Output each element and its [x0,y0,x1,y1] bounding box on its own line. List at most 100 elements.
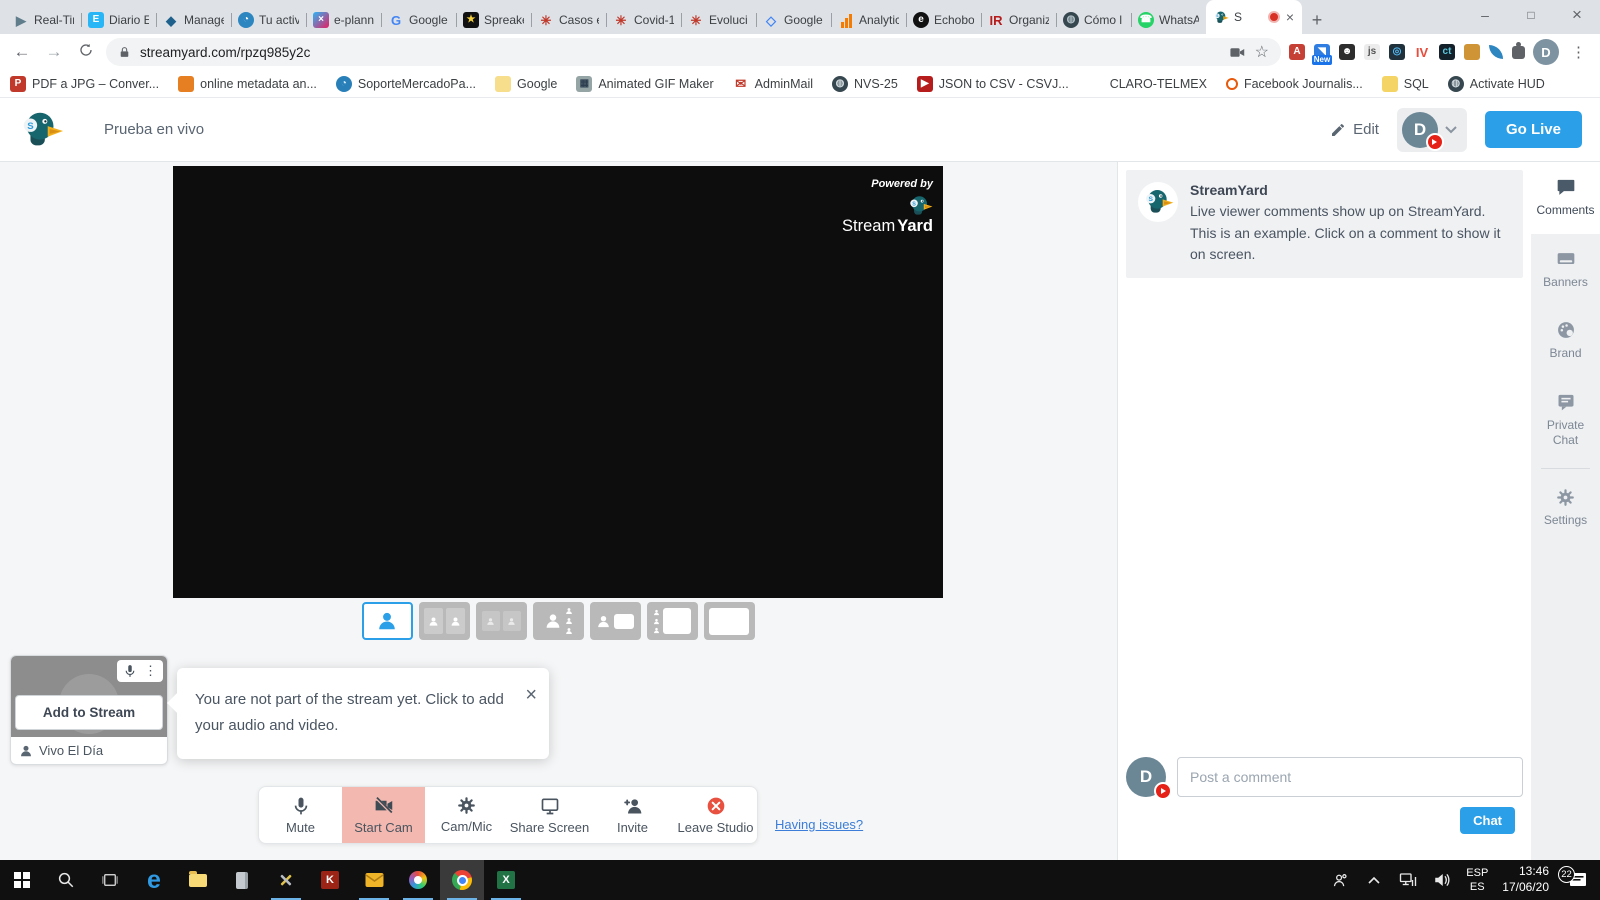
back-button[interactable]: ← [10,42,34,62]
having-issues-link[interactable]: Having issues? [775,817,863,832]
js-toggle-extension-icon[interactable]: js [1364,44,1380,60]
browser-tab[interactable]: ✳Evoluci [681,6,756,34]
excel-icon[interactable]: X [484,860,528,900]
edit-button[interactable]: Edit [1330,121,1379,138]
bookmark-item[interactable]: ◍Activate HUD [1448,76,1545,92]
browser-tab[interactable]: eEchobo [906,6,981,34]
go-live-button[interactable]: Go Live [1485,111,1582,148]
rail-tab-comments[interactable]: Comments [1531,162,1600,234]
ct-extension-icon[interactable]: ct [1439,44,1455,60]
browser-tab[interactable]: ✳Casos e [531,6,606,34]
bookmark-item[interactable]: ▦Animated GIF Maker [576,76,713,92]
browser-menu-icon[interactable]: ⋮ [1567,43,1590,61]
browser-tab[interactable]: ◔Tu activ [231,6,306,34]
task-view-button[interactable] [88,860,132,900]
layout-solo-button[interactable] [362,602,413,640]
layout-small-split-button[interactable] [476,602,527,640]
k-app-icon[interactable]: K [308,860,352,900]
hammer-extension-icon[interactable] [1464,44,1480,60]
bookmark-item[interactable]: ◔SoporteMercadoPa... [336,76,476,92]
file-explorer-icon[interactable] [176,860,220,900]
close-tooltip-icon[interactable]: × [525,678,537,713]
edge-icon[interactable]: e [132,860,176,900]
rail-tab-banners[interactable]: Banners [1531,234,1600,306]
add-to-stream-button[interactable]: Add to Stream [15,695,163,730]
start-button[interactable] [0,860,44,900]
chrome-icon[interactable] [440,860,484,900]
browser-tab[interactable]: ▶Real-Tim [6,6,81,34]
layout-split-button[interactable] [419,602,470,640]
rail-tab-private-chat[interactable]: Private Chat [1531,377,1600,464]
feather-extension-icon[interactable] [1489,45,1503,59]
participant-menu-icon[interactable]: ⋮ [144,663,157,679]
notification-center-icon[interactable]: 22 [1556,872,1600,888]
mute-button[interactable]: Mute [259,787,342,843]
spy-extension-icon[interactable]: ☻ [1339,44,1355,60]
bookmark-item[interactable]: ▶JSON to CSV - CSVJ... [917,76,1069,92]
screenshot-extension-icon[interactable]: ◎ [1389,44,1405,60]
address-bar[interactable]: streamyard.com/rpzq985y2c ☆ [106,38,1281,66]
bookmark-star-icon[interactable]: ☆ [1255,42,1269,62]
browser-tab[interactable]: EDiario E [81,6,156,34]
bookmark-item[interactable]: PPDF a JPG – Conver... [10,76,159,92]
device-app-icon[interactable] [220,860,264,900]
volume-tray-icon[interactable] [1425,872,1459,888]
browser-tab[interactable]: ★Spreake [456,6,531,34]
browser-tab[interactable]: ☎WhatsA [1131,6,1206,34]
browser-tab[interactable]: GGoogle [381,6,456,34]
browser-tab[interactable]: ✳Covid-1 [606,6,681,34]
start-cam-button[interactable]: Start Cam [342,787,425,843]
tray-chevron-icon[interactable] [1357,876,1391,884]
browser-tab[interactable]: ×e-plann [306,6,381,34]
chat-button[interactable]: Chat [1460,807,1515,834]
outlook-icon[interactable] [352,860,396,900]
close-tab-icon[interactable]: × [1285,9,1295,25]
close-window-button[interactable]: × [1554,0,1600,30]
rail-tab-settings[interactable]: Settings [1531,473,1600,544]
adobe-acrobat-extension-icon[interactable]: A [1289,44,1305,60]
new-tab-button[interactable]: + [1302,6,1332,34]
participant-card[interactable]: ⋮ Add to Stream Vivo El Día [10,655,168,765]
invite-button[interactable]: Invite [591,787,674,843]
active-browser-tab[interactable]: SS× [1206,0,1302,34]
share-screen-button[interactable]: Share Screen [508,787,591,843]
invid-extension-icon[interactable]: IV [1414,44,1430,60]
search-button[interactable] [44,860,88,900]
streamyard-logo[interactable]: S [18,107,64,153]
layout-person-screen-button[interactable] [590,602,641,640]
layout-fullscreen-button[interactable] [704,602,755,640]
bookmark-item[interactable]: Facebook Journalis... [1226,77,1363,91]
extensions-puzzle-icon[interactable] [1512,46,1525,59]
bookmark-item[interactable]: CLARO-TELMEX [1088,76,1207,92]
tab-camera-icon[interactable] [1229,44,1246,61]
minimize-button[interactable]: – [1462,0,1508,30]
new-extension-icon[interactable]: ◥New [1314,44,1330,60]
paint-app-icon[interactable] [396,860,440,900]
bookmark-item[interactable]: Google [495,76,557,92]
language-indicator[interactable]: ESP ES [1459,866,1495,895]
browser-tab[interactable]: Analytic [831,6,906,34]
network-tray-icon[interactable] [1391,872,1425,888]
post-comment-input[interactable] [1177,757,1523,797]
leave-studio-button[interactable]: Leave Studio [674,787,757,843]
browser-tab[interactable]: ◆Manage [156,6,231,34]
rail-tab-brand[interactable]: Brand [1531,305,1600,377]
browser-tab[interactable]: ◇Google [756,6,831,34]
restore-button[interactable]: □ [1508,0,1554,30]
reload-button[interactable] [74,42,98,63]
mic-icon[interactable] [123,664,137,678]
bookmark-item[interactable]: online metadata an... [178,76,317,92]
clock[interactable]: 13:46 17/06/20 [1495,864,1556,895]
tools-app-icon[interactable] [264,860,308,900]
forward-button[interactable]: → [42,42,66,62]
comment-item[interactable]: S StreamYard Live viewer comments show u… [1126,170,1523,278]
browser-tab[interactable]: ◍Cómo l [1056,6,1131,34]
url-text[interactable]: streamyard.com/rpzq985y2c [140,45,1220,60]
people-tray-icon[interactable] [1323,872,1357,889]
browser-profile-avatar[interactable]: D [1533,39,1559,65]
browser-tab[interactable]: IROrganiz [981,6,1056,34]
layout-group-button[interactable] [533,602,584,640]
layout-sidebar-screen-button[interactable] [647,602,698,640]
bookmark-item[interactable]: ✉AdminMail [733,76,813,92]
bookmark-item[interactable]: SQL [1382,76,1429,92]
